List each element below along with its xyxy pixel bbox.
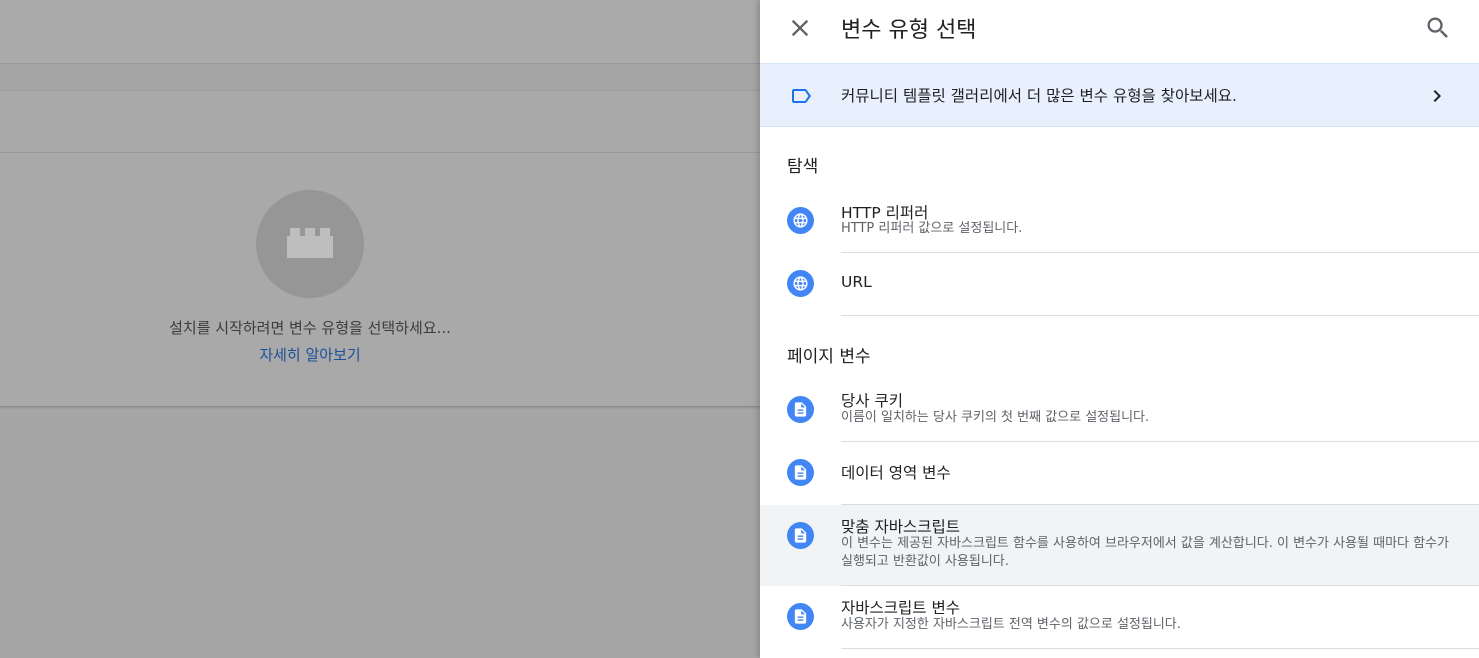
- document-icon: [787, 603, 814, 630]
- variable-type-data-layer[interactable]: 데이터 영역 변수: [760, 442, 1479, 505]
- variable-type-custom-javascript[interactable]: 맞춤 자바스크립트 이 변수는 제공된 자바스크립트 함수를 사용하여 브라우저…: [760, 505, 1479, 586]
- variable-type-panel: 변수 유형 선택 커뮤니티 템플릿 갤러리에서 더 많은 변수 유형을 찾아보세…: [760, 0, 1479, 658]
- learn-more-link[interactable]: 자세히 알아보기: [0, 344, 620, 365]
- variable-type-desc: 이 변수는 제공된 자바스크립트 함수를 사용하여 브라우저에서 값을 계산합니…: [841, 536, 1450, 569]
- section-title-page-variables: 페이지 변수: [787, 347, 871, 367]
- label-icon: [792, 89, 811, 103]
- variable-type-desc: 사용자가 지정한 자바스크립트 전역 변수의 값으로 설정됩니다.: [841, 617, 1181, 632]
- close-button[interactable]: [786, 14, 814, 42]
- background-page: 설치를 시작하려면 변수 유형을 선택하세요... 자세히 알아보기: [0, 0, 760, 658]
- divider: [841, 315, 1479, 316]
- variable-type-name: 자바스크립트 변수: [841, 599, 961, 617]
- panel-title: 변수 유형 선택: [841, 18, 977, 43]
- variable-type-name: 맞춤 자바스크립트: [841, 518, 961, 536]
- background-card: 설치를 시작하려면 변수 유형을 선택하세요... 자세히 알아보기: [0, 91, 760, 406]
- variable-type-javascript-variable[interactable]: 자바스크립트 변수 사용자가 지정한 자바스크립트 전역 변수의 값으로 설정됩…: [760, 586, 1479, 649]
- chevron-right-icon: [1433, 90, 1441, 102]
- variable-type-name: 당사 쿠키: [841, 392, 903, 410]
- gallery-link-label: 커뮤니티 템플릿 갤러리에서 더 많은 변수 유형을 찾아보세요.: [841, 87, 1237, 105]
- divider: [841, 648, 1479, 649]
- section-title-navigation: 탐색: [787, 157, 819, 177]
- search-icon: [1427, 17, 1448, 38]
- variable-type-http-referrer[interactable]: HTTP 리퍼러 HTTP 리퍼러 값으로 설정됩니다.: [760, 190, 1479, 253]
- variable-type-desc: 이름이 일치하는 당사 쿠키의 첫 번째 값으로 설정됩니다.: [841, 410, 1150, 425]
- variable-placeholder-icon: [256, 190, 364, 298]
- variable-type-url[interactable]: URL: [760, 253, 1479, 316]
- background-toolbar: [0, 0, 760, 64]
- search-button[interactable]: [1424, 14, 1452, 42]
- variable-type-name: 데이터 영역 변수: [841, 464, 951, 482]
- globe-icon: [787, 207, 814, 234]
- variable-type-desc: HTTP 리퍼러 값으로 설정됩니다.: [841, 221, 1023, 236]
- variable-type-first-party-cookie[interactable]: 당사 쿠키 이름이 일치하는 당사 쿠키의 첫 번째 값으로 설정됩니다.: [760, 379, 1479, 442]
- document-icon: [787, 522, 814, 549]
- document-icon: [787, 459, 814, 486]
- document-icon: [787, 396, 814, 423]
- setup-prompt: 설치를 시작하려면 변수 유형을 선택하세요...: [169, 319, 451, 337]
- background-card-header: [0, 91, 760, 153]
- variable-type-name: URL: [841, 273, 872, 291]
- globe-icon: [787, 270, 814, 297]
- close-icon: [791, 19, 809, 37]
- panel-header: 변수 유형 선택: [760, 0, 1479, 63]
- community-gallery-link[interactable]: 커뮤니티 템플릿 갤러리에서 더 많은 변수 유형을 찾아보세요.: [760, 63, 1479, 127]
